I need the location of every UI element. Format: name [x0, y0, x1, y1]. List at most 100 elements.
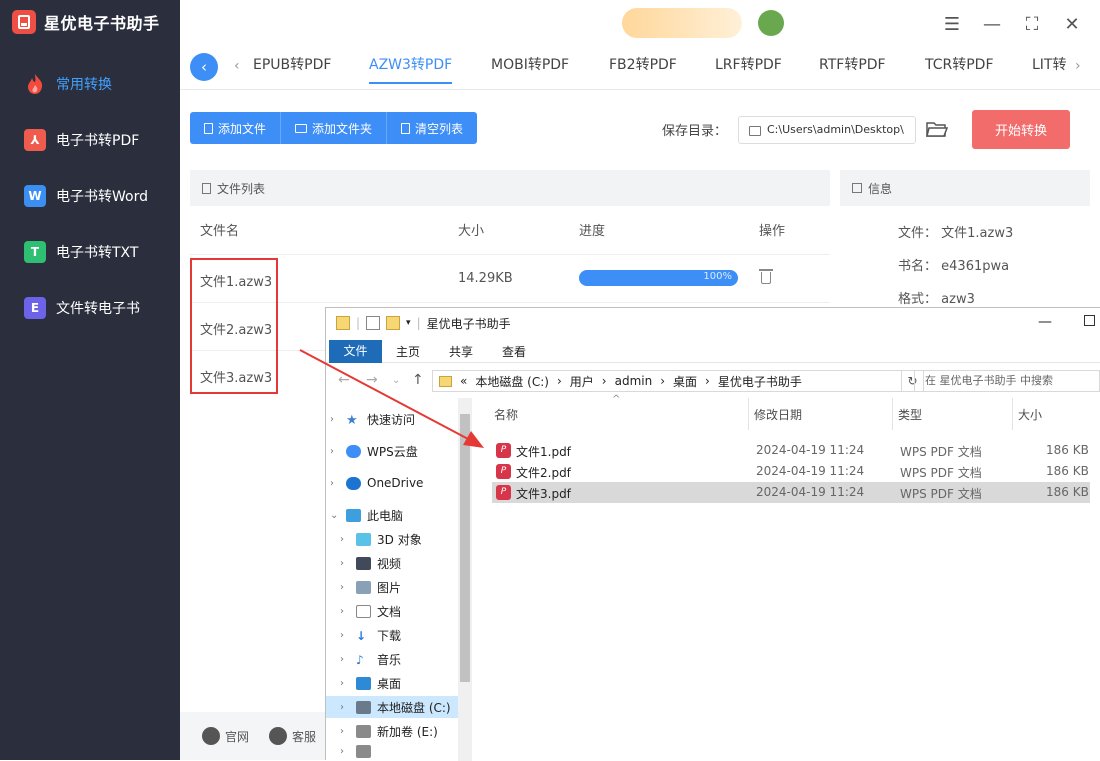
tree-item-3d-objects[interactable]: › 3D 对象 — [340, 528, 422, 550]
recent-chevron-icon[interactable]: ⌄ — [392, 375, 400, 386]
tab-next-icon[interactable]: › — [1075, 58, 1081, 74]
table-row[interactable]: 文件1.azw3 14.29KB 100% — [190, 254, 830, 302]
search-input[interactable]: 在 星优电子书助手 中搜索 — [914, 370, 1100, 392]
tree-item-music[interactable]: › ♪ 音乐 — [340, 648, 401, 670]
properties-icon[interactable] — [366, 316, 381, 330]
download-icon: ↓ — [356, 628, 367, 643]
add-file-button[interactable]: 添加文件 — [190, 112, 282, 144]
sidebar-item-common[interactable]: 常用转换 — [0, 62, 180, 106]
tree-item-documents[interactable]: › 文档 — [340, 600, 401, 622]
tree-item-onedrive[interactable]: › OneDrive — [330, 472, 423, 494]
sidebar-item-pdf[interactable]: ⅄ 电子书转PDF — [0, 118, 180, 162]
chat-icon — [269, 727, 288, 745]
add-folder-button[interactable]: 添加文件夹 — [281, 112, 388, 144]
scrollbar-thumb[interactable] — [460, 414, 470, 682]
clear-list-button[interactable]: 清空列表 — [387, 112, 477, 144]
file-type: WPS PDF 文档 — [900, 466, 982, 480]
file-size: 14.29KB — [458, 271, 513, 286]
ribbon-tab-file[interactable]: 文件 — [329, 340, 382, 363]
maximize-icon[interactable] — [1084, 315, 1095, 326]
tab-fb2[interactable]: FB2转PDF — [609, 54, 677, 84]
tab-lrf[interactable]: LRF转PDF — [715, 54, 782, 84]
tab-tcr[interactable]: TCR转PDF — [925, 54, 994, 84]
settings-icon[interactable]: ☰ — [940, 12, 964, 36]
list-item[interactable]: P 文件3.pdf 2024-04-19 11:24 WPS PDF 文档 18… — [492, 482, 1090, 503]
col-header-name[interactable]: 名称 — [494, 406, 518, 423]
tab-epub[interactable]: EPUB转PDF — [253, 54, 331, 84]
avatar[interactable] — [758, 10, 784, 36]
start-convert-button[interactable]: 开始转换 — [972, 110, 1070, 149]
tree-scrollbar[interactable] — [458, 398, 472, 761]
trash-icon — [401, 122, 411, 134]
tree-item-quick-access[interactable]: › ★ 快速访问 — [330, 408, 415, 430]
ribbon-tab-home[interactable]: 主页 — [396, 343, 420, 360]
tree-item-drive-more[interactable]: › — [340, 744, 371, 758]
open-folder-icon[interactable] — [926, 120, 948, 138]
onedrive-icon — [346, 476, 361, 490]
delete-icon[interactable] — [759, 269, 773, 284]
crumb-folder[interactable]: 星优电子书助手 — [718, 373, 802, 390]
sidebar-item-word[interactable]: W 电子书转Word — [0, 174, 180, 218]
website-link[interactable]: 官网 — [202, 727, 249, 745]
up-arrow-icon[interactable]: ↑ — [412, 372, 424, 388]
tree-item-wps-cloud[interactable]: › WPS云盘 — [330, 440, 418, 462]
crumb-drive[interactable]: 本地磁盘 (C:) — [475, 373, 549, 390]
sidebar-item-label: 文件转电子书 — [56, 301, 140, 317]
pdf-file-icon: P — [496, 485, 511, 500]
column-divider[interactable] — [1012, 398, 1013, 430]
list-item[interactable]: P 文件2.pdf 2024-04-19 11:24 WPS PDF 文档 18… — [492, 461, 1090, 482]
sidebar-item-label: 电子书转Word — [56, 189, 148, 205]
info-icon — [852, 183, 862, 193]
pdf-file-icon: P — [496, 464, 511, 479]
service-link[interactable]: 客服 — [269, 727, 316, 745]
forward-arrow-icon[interactable]: → — [366, 372, 378, 388]
crumb-admin[interactable]: admin — [615, 374, 653, 388]
tree-item-drive-e[interactable]: › 新加卷 (E:) — [340, 720, 438, 742]
vip-badge[interactable] — [622, 8, 742, 38]
file-type: WPS PDF 文档 — [900, 487, 982, 501]
crumb-users[interactable]: 用户 — [570, 373, 594, 390]
tree-item-videos[interactable]: › 视频 — [340, 552, 401, 574]
ribbon-tab-share[interactable]: 共享 — [449, 343, 473, 360]
list-item[interactable]: P 文件1.pdf 2024-04-19 11:24 WPS PDF 文档 18… — [492, 440, 1090, 461]
tree-item-desktop[interactable]: › 桌面 — [340, 672, 401, 694]
col-size: 大小 — [458, 224, 485, 239]
minimize-icon[interactable]: — — [980, 12, 1004, 36]
drive-icon — [356, 724, 371, 738]
col-header-type[interactable]: 类型 — [898, 406, 922, 423]
file-type: WPS PDF 文档 — [900, 445, 982, 459]
column-divider[interactable] — [892, 398, 893, 430]
minimize-icon[interactable]: — — [1038, 314, 1052, 330]
maximize-icon[interactable]: ⛶ — [1020, 12, 1044, 36]
video-icon — [356, 556, 371, 570]
crumb-desktop[interactable]: 桌面 — [673, 373, 697, 390]
back-arrow-icon[interactable]: ← — [338, 372, 350, 388]
ribbon-tab-view[interactable]: 查看 — [502, 343, 526, 360]
address-bar[interactable]: « 本地磁盘 (C:) › 用户 › admin › 桌面 › 星优电子书助手 — [432, 370, 902, 392]
crumb-sep: › — [601, 374, 607, 388]
tree-item-this-pc[interactable]: ⌄ 此电脑 — [330, 504, 403, 526]
app-logo-icon — [12, 10, 36, 34]
file-date: 2024-04-19 11:24 — [756, 485, 865, 499]
explorer-ribbon: 文件 主页 共享 查看 — [326, 339, 1100, 363]
tree-item-pictures[interactable]: › 图片 — [340, 576, 401, 598]
tab-prev-icon[interactable]: ‹ — [234, 58, 240, 74]
tree-item-downloads[interactable]: › ↓ 下载 — [340, 624, 401, 646]
tab-mobi[interactable]: MOBI转PDF — [491, 54, 569, 84]
new-folder-icon[interactable] — [386, 316, 401, 330]
sidebar-item-ebook[interactable]: E 文件转电子书 — [0, 286, 180, 330]
save-dir-input[interactable]: C:\Users\admin\Desktop\ — [738, 116, 916, 144]
list-icon — [202, 182, 211, 194]
back-button[interactable]: ‹ — [190, 53, 218, 81]
sidebar-item-txt[interactable]: T 电子书转TXT — [0, 230, 180, 274]
tab-rtf[interactable]: RTF转PDF — [819, 54, 886, 84]
tree-item-drive-c[interactable]: › 本地磁盘 (C:) — [326, 696, 458, 718]
drive-icon — [356, 700, 371, 714]
column-divider[interactable] — [748, 398, 749, 430]
col-header-size[interactable]: 大小 — [1018, 406, 1042, 423]
close-icon[interactable]: ✕ — [1060, 12, 1084, 36]
tab-azw3[interactable]: AZW3转PDF — [369, 54, 453, 84]
tab-lit[interactable]: LIT转 — [1032, 54, 1066, 84]
customize-icon[interactable]: ▾ — [406, 318, 411, 328]
col-header-date[interactable]: 修改日期 — [754, 406, 802, 423]
